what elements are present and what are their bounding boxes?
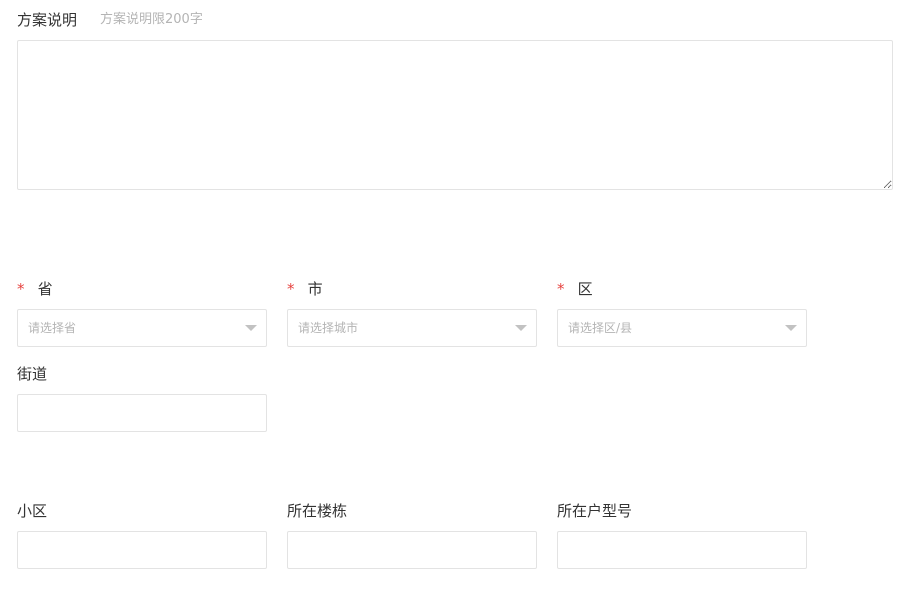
description-hint: 方案说明限200字 [100,12,203,27]
province-label: 省 [37,280,53,298]
district-label: 区 [577,280,593,298]
community-label: 小区 [17,502,48,520]
chevron-down-icon [245,325,257,331]
chevron-down-icon [785,325,797,331]
city-select[interactable]: 请选择城市 [287,309,537,347]
province-field-label: * 省 [17,279,53,299]
street-label: 街道 [17,365,48,383]
chevron-down-icon [515,325,527,331]
city-label: 市 [307,280,323,298]
building-label: 所在楼栋 [287,502,348,520]
community-input[interactable] [17,531,267,569]
district-placeholder: 请选择区/县 [568,321,633,335]
unit-type-input[interactable] [557,531,807,569]
province-select[interactable]: 请选择省 [17,309,267,347]
required-mark: * [557,280,565,298]
description-label: 方案说明 [17,11,78,29]
province-placeholder: 请选择省 [28,321,77,335]
required-mark: * [17,280,25,298]
city-field-label: * 市 [287,279,323,299]
city-placeholder: 请选择城市 [298,321,359,335]
description-textarea[interactable] [17,40,893,190]
unit-type-label: 所在户型号 [557,502,633,520]
district-select[interactable]: 请选择区/县 [557,309,807,347]
street-input[interactable] [17,394,267,432]
district-field-label: * 区 [557,279,593,299]
required-mark: * [287,280,295,298]
building-input[interactable] [287,531,537,569]
